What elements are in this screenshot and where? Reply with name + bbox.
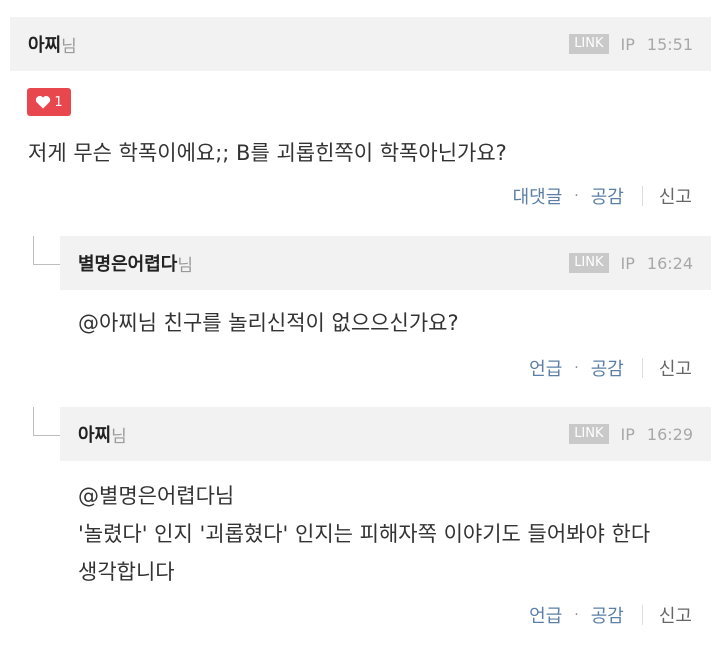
divider xyxy=(641,186,643,206)
report-button[interactable]: 신고 xyxy=(659,602,692,628)
report-button[interactable]: 신고 xyxy=(659,355,692,381)
link-tag[interactable]: LINK xyxy=(569,253,609,273)
author-suffix: 님 xyxy=(177,255,193,276)
separator-dot: · xyxy=(574,188,579,204)
author-nickname[interactable]: 아찌 xyxy=(28,31,61,57)
link-tag[interactable]: LINK xyxy=(569,34,609,54)
comment-line: '놀렸다' 인지 '괴롭혔다' 인지는 피해자쪽 이야기도 들어봐야 한다 xyxy=(78,522,651,546)
comment-header: 별명은어렵다 님 LINK IP 16:24 xyxy=(60,236,711,290)
divider xyxy=(641,605,643,625)
comment-meta: LINK IP 16:24 xyxy=(569,253,693,273)
ip-label: IP xyxy=(620,34,635,54)
comment-line: 생각합니다 xyxy=(78,560,175,584)
comment-time: 16:29 xyxy=(646,424,693,444)
comment-meta: LINK IP 16:29 xyxy=(569,424,693,444)
like-badge[interactable]: 1 xyxy=(27,88,71,116)
comment-body: @아찌님 친구를 놀리신적이 없으으신가요? xyxy=(78,307,459,339)
ip-label: IP xyxy=(620,424,635,444)
comment-time: 15:51 xyxy=(646,34,693,54)
author-suffix: 님 xyxy=(61,36,77,57)
reply-indicator xyxy=(33,236,60,265)
link-tag[interactable]: LINK xyxy=(569,424,609,444)
reply-button[interactable]: 대댓글 xyxy=(513,183,563,209)
mention-button[interactable]: 언급 xyxy=(529,602,562,628)
reply-indicator xyxy=(33,407,60,436)
comment-body: 저게 무슨 학폭이에요;; B를 괴롭힌쪽이 학폭아닌가요? xyxy=(28,137,507,169)
comment-actions: 언급 · 공감 신고 xyxy=(529,602,692,628)
comment-line: @별명은어렵다님 xyxy=(78,484,235,508)
comment-line: 저게 무슨 학폭이에요;; B를 괴롭힌쪽이 학폭아닌가요? xyxy=(28,141,507,165)
comment-line: @아찌님 친구를 놀리신적이 없으으신가요? xyxy=(78,311,459,335)
separator-dot: · xyxy=(574,607,579,623)
separator-dot: · xyxy=(574,360,579,376)
comment-header: 아찌 님 LINK IP 15:51 xyxy=(10,17,711,71)
heart-icon xyxy=(36,95,51,109)
like-button[interactable]: 공감 xyxy=(591,602,624,628)
comment-meta: LINK IP 15:51 xyxy=(569,34,693,54)
like-count: 1 xyxy=(54,94,63,110)
comment-body: @별명은어렵다님 '놀렸다' 인지 '괴롭혔다' 인지는 피해자쪽 이야기도 들… xyxy=(78,477,650,591)
ip-label: IP xyxy=(620,253,635,273)
author-nickname[interactable]: 아찌 xyxy=(78,421,111,447)
author-nickname[interactable]: 별명은어렵다 xyxy=(78,250,177,276)
mention-button[interactable]: 언급 xyxy=(529,355,562,381)
author-suffix: 님 xyxy=(111,426,127,447)
comment-time: 16:24 xyxy=(646,253,693,273)
divider xyxy=(641,358,643,378)
comment-actions: 대댓글 · 공감 신고 xyxy=(513,183,692,209)
like-button[interactable]: 공감 xyxy=(591,183,624,209)
comment-header: 아찌 님 LINK IP 16:29 xyxy=(60,407,711,461)
like-button[interactable]: 공감 xyxy=(591,355,624,381)
comment-actions: 언급 · 공감 신고 xyxy=(529,355,692,381)
report-button[interactable]: 신고 xyxy=(659,183,692,209)
